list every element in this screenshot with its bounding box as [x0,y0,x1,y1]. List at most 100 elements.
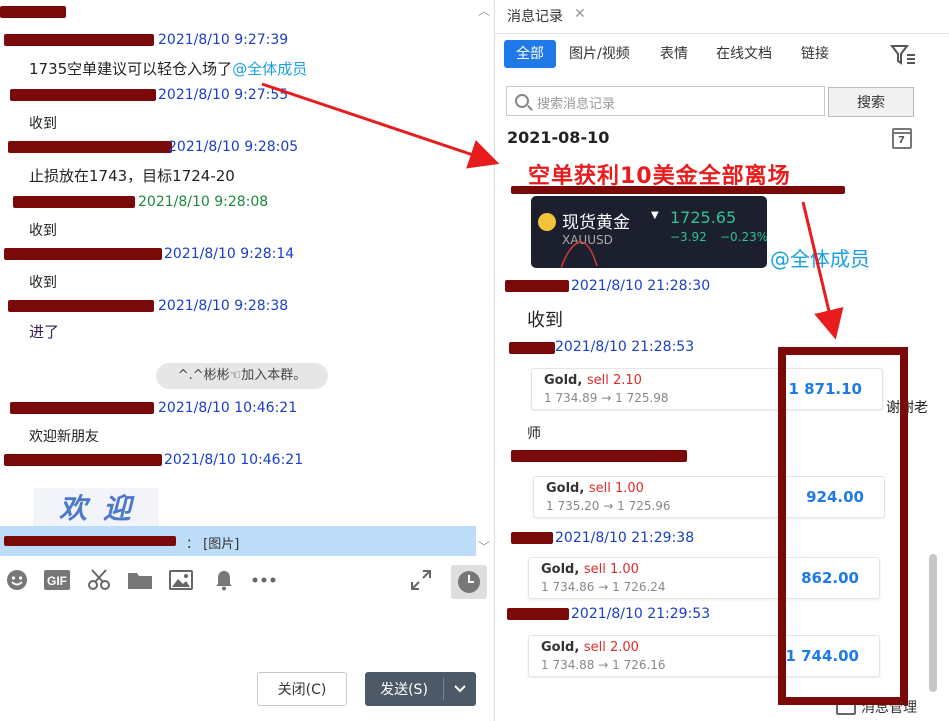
welcome-char: 迎 [103,492,134,525]
quote-change-pct: −0.23% [720,230,767,244]
redacted-name [511,450,687,462]
redacted-name [10,89,156,101]
sparkline [561,241,598,268]
quote-card[interactable]: 现货黄金 ▼ XAUUSD 1725.65 −3.92 −0.23% [531,196,767,268]
emoji-icon[interactable] [4,566,30,594]
filter-media[interactable]: 图片/视频 [569,40,630,68]
quote-name: 现货黄金 [562,213,630,233]
filter-all[interactable]: 全部 [504,40,556,68]
search-placeholder: 搜索消息记录 [537,97,616,112]
message-timestamp: 2021/8/10 9:28:38 [158,298,289,314]
scissors-icon[interactable] [86,566,112,594]
gif-label: GIF [47,574,67,588]
scroll-down-icon[interactable]: ﹀ [478,538,490,555]
history-clock-button[interactable] [451,565,487,599]
scrollbar-thumb[interactable] [929,554,937,692]
message-text: 收到 [29,116,57,132]
close-button[interactable]: 关闭(C) [257,672,347,706]
message-timestamp: 2021/8/10 21:28:30 [571,278,711,294]
trade-title: Gold, sell 2.10 [544,373,642,388]
message-text: 收到 [29,275,57,291]
welcome-char: 欢 [58,492,89,525]
expand-icon[interactable] [408,566,434,594]
message-text: 进了 [29,323,60,341]
message-timestamp: 2021/8/10 9:28:14 [164,246,295,262]
redaction-underline [511,186,845,194]
filter-links[interactable]: 链接 [801,40,829,68]
bell-icon[interactable] [211,566,237,594]
tab-message-history[interactable]: 消息记录 ✕ [495,0,599,33]
quote-change: −3.92 [670,230,707,244]
clock-icon [458,571,480,593]
filter-funnel-icon[interactable] [890,44,916,66]
screen: ︿ 2021/8/10 9:27:39 1735空单建议可以轻仓入场了@全体成员… [0,0,949,721]
notice-text: ： [图片] [186,537,240,552]
header-divider [495,33,949,34]
message-timestamp: 2021/8/10 21:28:53 [555,339,695,355]
message-timestamp: 2021/8/10 21:29:38 [555,530,695,546]
message-timestamp: 2021/8/10 9:28:08 [138,194,269,210]
close-icon[interactable]: ✕ [574,6,586,22]
trade-path: 1 734.86 → 1 726.24 [541,580,666,594]
image-icon[interactable] [168,566,194,594]
system-notice: ^.^彬彬☜加入本群。 [156,363,328,389]
message-text: 1735空单建议可以轻仓入场了@全体成员 [29,60,308,78]
redacted-name [507,608,569,620]
history-pane: 消息记录 ✕ 全部 图片/视频 表情 在线文档 链接 搜索消息记录 搜索 202… [495,0,949,721]
redacted-name [8,300,154,312]
trade-title: Gold, sell 2.00 [541,640,639,655]
folder-icon[interactable] [127,566,153,594]
message-text: 欢迎新朋友 [29,429,99,445]
chat-pane: ︿ 2021/8/10 9:27:39 1735空单建议可以轻仓入场了@全体成员… [0,0,494,721]
redacted-name [0,6,66,18]
redacted-name [4,34,154,46]
tab-title: 消息记录 [507,9,563,25]
quote-price: 1725.65 [670,208,737,227]
redacted-name [4,248,162,260]
send-button[interactable]: 发送(S) [365,672,476,706]
search-input[interactable]: 搜索消息记录 [506,86,825,116]
send-label[interactable]: 发送(S) [365,672,443,706]
message-timestamp: 2021/8/10 9:28:05 [168,139,299,155]
redacted-name [511,532,553,544]
redacted-name [8,141,172,153]
calendar-icon[interactable]: 7 [892,128,912,149]
trade-title: Gold, sell 1.00 [546,481,644,496]
search-button[interactable]: 搜索 [828,87,914,117]
calendar-day: 7 [898,135,905,146]
input-toolbar: GIF [0,566,494,600]
message-text: 收到 [527,310,563,331]
send-options-chevron-icon[interactable] [444,672,476,706]
mention-all: @全体成员 [232,60,308,78]
mention-all: @全体成员 [770,247,870,271]
filter-docs[interactable]: 在线文档 [716,40,772,68]
scroll-up-icon[interactable]: ︿ [478,2,490,19]
more-icon[interactable] [251,566,277,594]
message-timestamp: 2021/8/10 10:46:21 [164,452,304,468]
trade-path: 1 734.89 → 1 725.98 [544,391,669,405]
message-timestamp: 2021/8/10 9:27:39 [158,32,289,48]
message-timestamp: 2021/8/10 21:29:53 [571,606,711,622]
search-icon [515,94,529,108]
filter-stickers[interactable]: 表情 [660,40,688,68]
redacted-name [505,280,569,292]
message-text: 收到 [29,223,57,239]
caret-down-icon: ▼ [651,210,659,221]
message-timestamp: 2021/8/10 10:46:21 [158,400,298,416]
redacted-name [10,402,154,414]
trade-title: Gold, sell 1.00 [541,562,639,577]
date-heading: 2021-08-10 [507,128,610,147]
filter-tabs: 全部 图片/视频 表情 在线文档 链接 [495,40,949,70]
gold-coin-icon [538,213,556,231]
redacted-name [509,342,555,354]
redacted-name [13,196,135,208]
trade-path: 1 735.20 → 1 725.96 [546,499,671,513]
new-message-notice[interactable]: ： [图片] [0,526,476,556]
message-timestamp: 2021/8/10 9:27:55 [158,87,289,103]
trade-path: 1 734.88 → 1 726.16 [541,658,666,672]
message-text: 止损放在1743，目标1724-20 [29,167,235,185]
welcome-image[interactable]: 欢 迎 [33,488,159,526]
gif-icon[interactable]: GIF [44,566,70,594]
message-text: 师 [527,426,541,442]
highlight-box [778,347,908,705]
